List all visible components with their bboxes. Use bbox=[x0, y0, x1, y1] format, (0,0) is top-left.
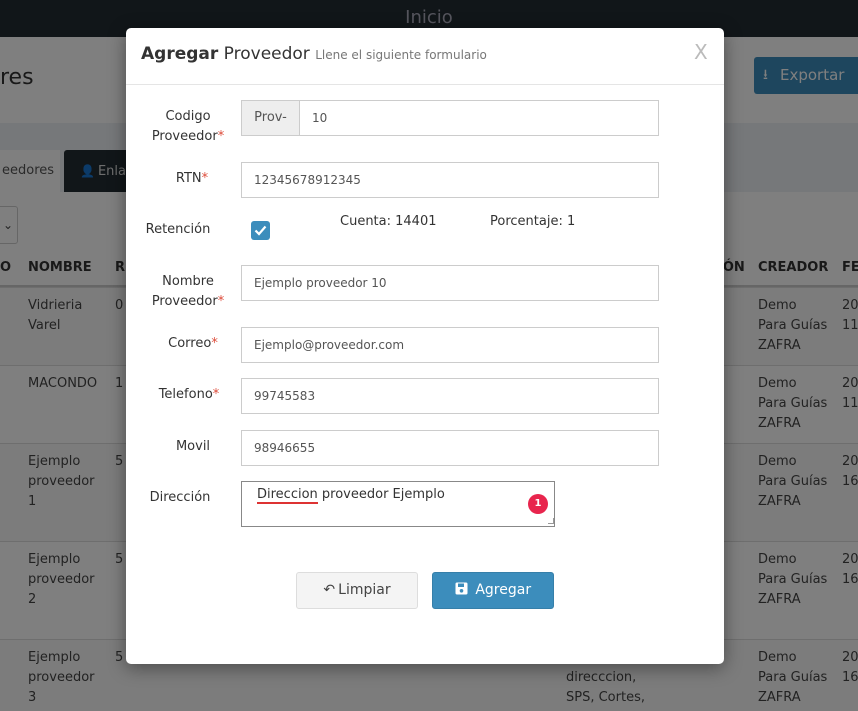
check-icon bbox=[254, 225, 267, 236]
correo-input[interactable]: Ejemplo@proveedor.com bbox=[241, 327, 659, 363]
grammar-badge[interactable]: 1 bbox=[528, 494, 548, 514]
resize-handle[interactable] bbox=[548, 518, 554, 524]
label-text: Nombre bbox=[162, 274, 214, 289]
nombre-input[interactable]: Ejemplo proveedor 10 bbox=[241, 265, 659, 301]
correo-label: Correo* bbox=[140, 334, 246, 354]
movil-label: Movil bbox=[175, 439, 211, 454]
button-label: Agregar bbox=[475, 582, 532, 598]
rtn-input[interactable]: 12345678912345 bbox=[241, 162, 659, 198]
modal-title: Agregar Proveedor Llene el siguiente for… bbox=[141, 44, 487, 64]
label-text: Codigo bbox=[165, 109, 211, 124]
retencion-checkbox[interactable] bbox=[251, 221, 270, 240]
clear-button[interactable]: ↶ Limpiar bbox=[296, 572, 418, 609]
rtn-label: RTN* bbox=[140, 169, 244, 189]
codigo-input[interactable]: 10 bbox=[299, 100, 659, 136]
required-marker: * bbox=[217, 294, 225, 309]
required-marker: * bbox=[217, 129, 225, 144]
undo-icon: ↶ bbox=[323, 582, 336, 598]
label-text: Proveedor bbox=[151, 294, 218, 309]
modal-title-bold: Agregar bbox=[141, 44, 219, 64]
close-icon[interactable]: X bbox=[694, 40, 708, 64]
required-marker: * bbox=[212, 387, 220, 402]
direccion-label: Dirección bbox=[149, 490, 211, 505]
add-button[interactable]: Agregar bbox=[432, 572, 554, 609]
required-marker: * bbox=[201, 171, 209, 186]
label-text: Proveedor bbox=[151, 129, 218, 144]
nombre-label: Nombre Proveedor* bbox=[140, 272, 236, 312]
modal-header: Agregar Proveedor Llene el siguiente for… bbox=[126, 28, 724, 85]
direccion-textarea[interactable]: Direccion proveedor Ejemplo bbox=[241, 481, 555, 527]
modal-title-main: Proveedor bbox=[223, 44, 310, 64]
button-label: Limpiar bbox=[338, 582, 391, 598]
codigo-prefix: Prov- bbox=[241, 100, 300, 136]
telefono-input[interactable]: 99745583 bbox=[241, 378, 659, 414]
telefono-label: Telefono* bbox=[140, 385, 238, 405]
codigo-label: Codigo Proveedor* bbox=[140, 107, 236, 147]
save-icon bbox=[455, 582, 472, 598]
add-provider-modal: Agregar Proveedor Llene el siguiente for… bbox=[126, 28, 724, 664]
required-marker: * bbox=[211, 336, 218, 351]
modal-subtitle: Llene el siguiente formulario bbox=[315, 48, 487, 62]
label-text: Correo bbox=[168, 336, 212, 351]
textarea-text: Direccion bbox=[257, 487, 318, 504]
textarea-text: proveedor Ejemplo bbox=[317, 487, 445, 502]
porcentaje-text: Porcentaje: 1 bbox=[490, 214, 576, 229]
label-text: RTN bbox=[175, 171, 202, 186]
retencion-label: Retención bbox=[145, 222, 211, 237]
cuenta-text: Cuenta: 14401 bbox=[340, 214, 437, 229]
movil-input[interactable]: 98946655 bbox=[241, 430, 659, 466]
label-text: Telefono bbox=[158, 387, 213, 402]
